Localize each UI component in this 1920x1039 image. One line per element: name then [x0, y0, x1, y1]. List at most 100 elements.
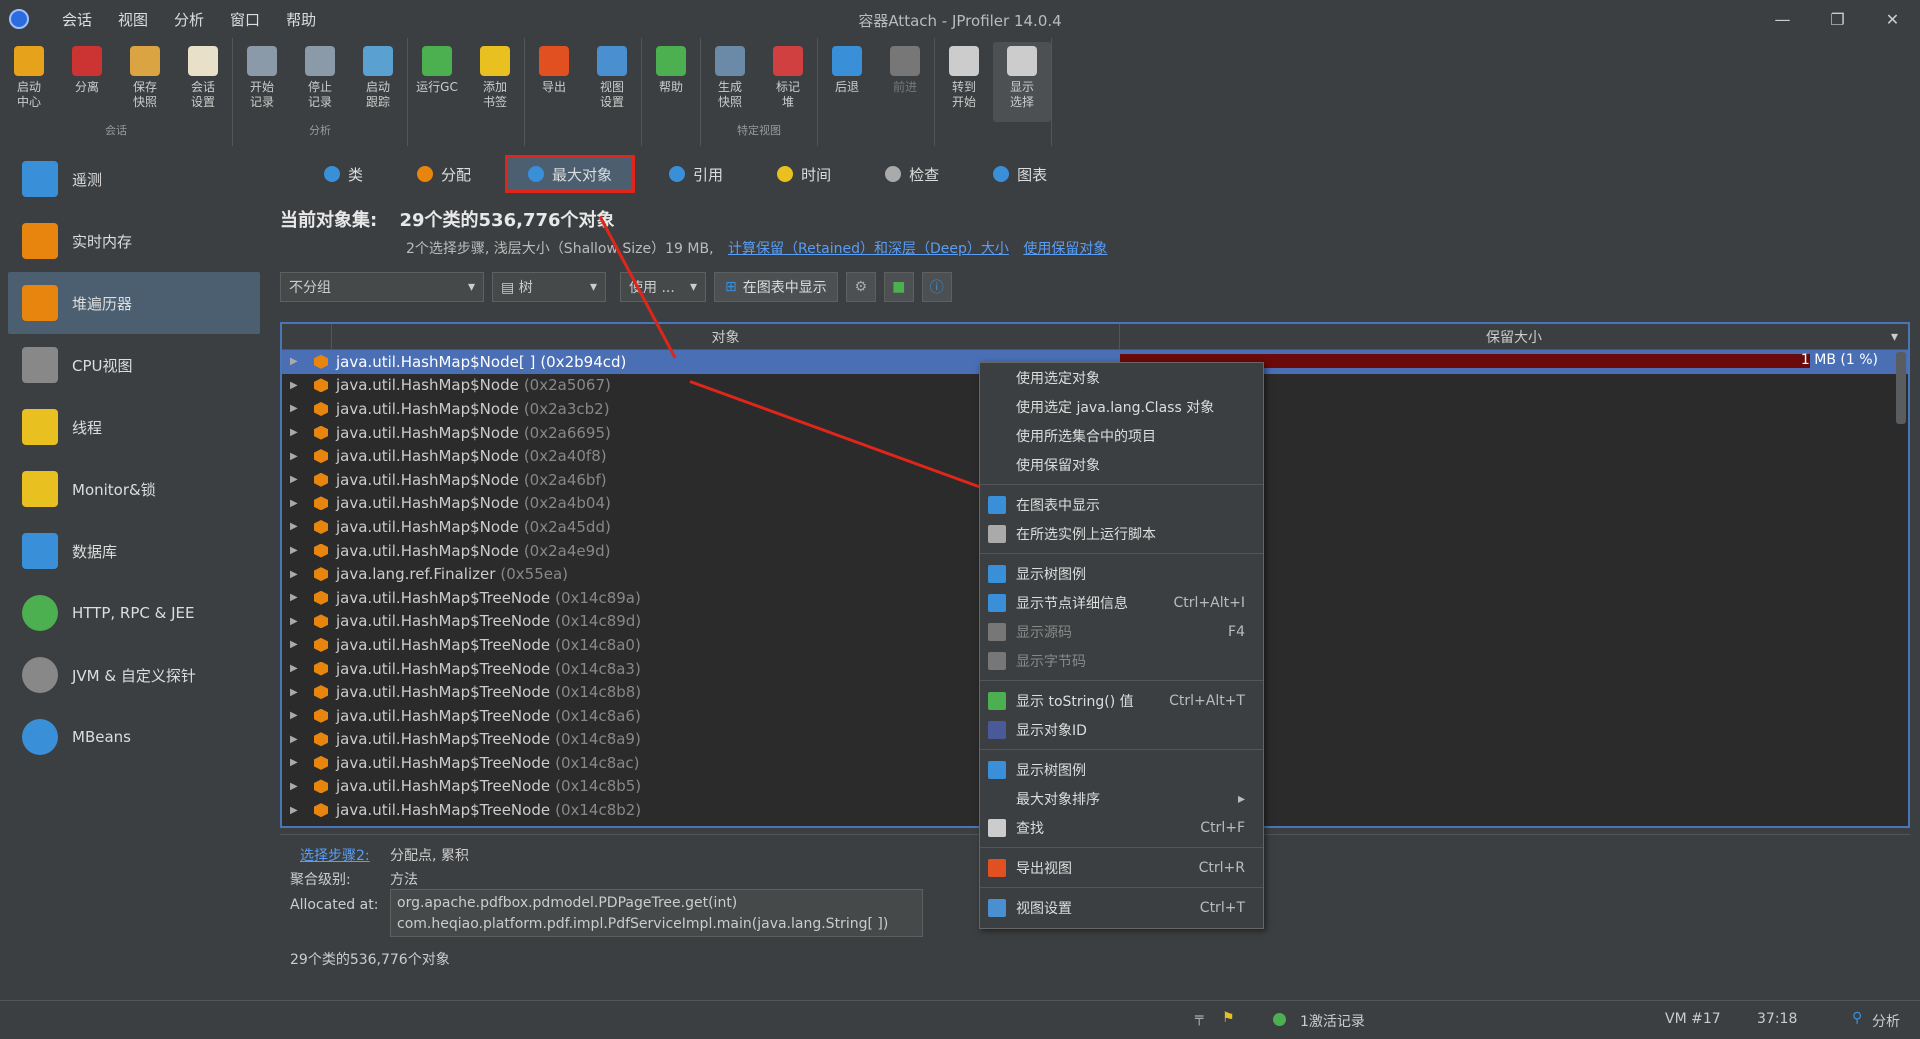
view-mode-dropdown[interactable]: ▤ 树 ▾	[492, 272, 606, 302]
export-button[interactable]: 导出	[525, 42, 583, 122]
session-settings-button[interactable]: 会话 设置	[174, 42, 232, 122]
stop-recording-icon	[305, 46, 335, 76]
back-button[interactable]: 后退	[818, 42, 876, 122]
context-menu-item[interactable]: 查找 Ctrl+F	[980, 813, 1263, 842]
menu-4[interactable]: 帮助	[273, 9, 329, 30]
run-gc-button[interactable]: 运行GC	[408, 42, 466, 122]
menu-0[interactable]: 会话	[49, 9, 105, 30]
toolbar-button-label: 启动 跟踪	[365, 80, 390, 109]
heap-snapshot-button[interactable]: 生成 快照	[701, 42, 759, 122]
expand-arrow-icon[interactable]: ▶	[290, 403, 304, 414]
sidebar-item-monitor-lock[interactable]: Monitor&锁	[0, 458, 268, 520]
selection-step-link[interactable]: 选择步骤2:	[300, 845, 370, 865]
menu-1[interactable]: 视图	[105, 9, 161, 30]
sidebar-item-telemetry[interactable]: 遥测	[0, 148, 268, 210]
menu-2[interactable]: 分析	[161, 9, 217, 30]
start-center-button[interactable]: 启动 中心	[0, 42, 58, 122]
menu-3[interactable]: 窗口	[217, 9, 273, 30]
expand-arrow-icon[interactable]: ▶	[290, 427, 304, 438]
show-in-graph-button[interactable]: ⊞ 在图表中显示	[714, 272, 838, 302]
context-menu-item[interactable]: 在图表中显示	[980, 490, 1263, 519]
expand-arrow-icon[interactable]: ▶	[290, 545, 304, 556]
save-snapshot-button[interactable]: 保存 快照	[116, 42, 174, 122]
forward-button[interactable]: 前进	[876, 42, 934, 122]
expand-arrow-icon[interactable]: ▶	[290, 757, 304, 768]
info-button[interactable]: ⓘ	[921, 272, 952, 302]
sidebar-item-live-memory[interactable]: 实时内存	[0, 210, 268, 272]
probe-icon	[22, 657, 58, 693]
column-header-object[interactable]: 对象	[332, 324, 1120, 349]
expand-arrow-icon[interactable]: ▶	[290, 592, 304, 603]
show-selection-button[interactable]: 显示 选择	[993, 42, 1051, 122]
stop-recording-button[interactable]: 停止 记录	[291, 42, 349, 122]
detach-button[interactable]: 分离	[58, 42, 116, 122]
context-menu-item[interactable]: 显示对象ID	[980, 715, 1263, 744]
context-menu-item[interactable]: 显示 toString() 值 Ctrl+Alt+T	[980, 686, 1263, 715]
expand-arrow-icon[interactable]: ▶	[290, 710, 304, 721]
column-header-retained[interactable]: 保留大小 ▾	[1120, 324, 1908, 349]
sidebar-item-mbeans[interactable]: MBeans	[0, 706, 268, 768]
tab-allocation[interactable]: 分配	[397, 155, 491, 193]
tab-inspections[interactable]: 检查	[865, 155, 959, 193]
expand-arrow-icon[interactable]: ▶	[290, 639, 304, 650]
context-menu-item[interactable]: 使用保留对象	[980, 450, 1263, 479]
context-menu-item[interactable]: 显示树图例	[980, 559, 1263, 588]
context-menu-item[interactable]: 使用选定 java.lang.Class 对象	[980, 392, 1263, 421]
tab-references[interactable]: 引用	[649, 155, 743, 193]
expand-arrow-icon[interactable]: ▶	[290, 569, 304, 580]
minimize-icon[interactable]: —	[1755, 0, 1810, 38]
tab-time[interactable]: 时间	[757, 155, 851, 193]
help-button[interactable]: 帮助	[642, 42, 700, 122]
close-icon[interactable]: ✕	[1865, 0, 1920, 38]
add-bookmark-button[interactable]: 添加 书签	[466, 42, 524, 122]
expand-arrow-icon[interactable]: ▶	[290, 734, 304, 745]
context-menu-item[interactable]: 使用选定对象	[980, 363, 1263, 392]
vertical-scrollbar[interactable]	[1896, 352, 1906, 424]
context-menu-item[interactable]: 最大对象排序 ▸	[980, 784, 1263, 813]
settings-gear-button[interactable]: ⚙	[845, 272, 876, 302]
expand-arrow-icon[interactable]: ▶	[290, 356, 304, 367]
context-menu-label: 使用所选集合中的项目	[1016, 428, 1156, 445]
context-menu-item[interactable]: 在所选实例上运行脚本	[980, 519, 1263, 548]
sidebar-item-label: 线程	[72, 418, 103, 437]
use-retained-objects-link[interactable]: 使用保留对象	[1023, 241, 1107, 257]
tab-graph[interactable]: 图表	[973, 155, 1067, 193]
context-menu-item[interactable]: 显示节点详细信息 Ctrl+Alt+I	[980, 588, 1263, 617]
tab-biggest-objects[interactable]: 最大对象	[505, 155, 636, 193]
expand-arrow-icon[interactable]: ▶	[290, 781, 304, 792]
analysis-label[interactable]: 分析	[1872, 1011, 1900, 1031]
expand-arrow-icon[interactable]: ▶	[290, 687, 304, 698]
expand-arrow-icon[interactable]: ▶	[290, 451, 304, 462]
context-menu-item[interactable]: 视图设置 Ctrl+T	[980, 893, 1263, 922]
expand-arrow-icon[interactable]: ▶	[290, 474, 304, 485]
sidebar-item-cpu-views[interactable]: CPU视图	[0, 334, 268, 396]
start-recording-button[interactable]: 开始 记录	[233, 42, 291, 122]
toolbar-button-label: 转到 开始	[951, 80, 976, 109]
sidebar-item-threads[interactable]: 线程	[0, 396, 268, 458]
sidebar-item-heap-walker[interactable]: 堆遍历器	[8, 272, 260, 334]
expand-arrow-icon[interactable]: ▶	[290, 616, 304, 627]
start-tracking-button[interactable]: 启动 跟踪	[349, 42, 407, 122]
flag-icon[interactable]: ⚑	[1222, 1010, 1235, 1026]
expand-arrow-icon[interactable]: ▶	[290, 521, 304, 532]
restore-icon[interactable]: ❐	[1810, 0, 1865, 38]
tab-class[interactable]: 类	[304, 155, 383, 193]
tostring-button[interactable]: ■	[883, 272, 914, 302]
sidebar-item-database[interactable]: 数据库	[0, 520, 268, 582]
mark-heap-button[interactable]: 标记 堆	[759, 42, 817, 122]
expand-arrow-icon[interactable]: ▶	[290, 805, 304, 816]
compute-retained-link[interactable]: 计算保留（Retained）和深层（Deep）大小	[728, 241, 1009, 257]
active-recordings[interactable]: 1激活记录	[1300, 1011, 1365, 1031]
context-menu-item[interactable]: 使用所选集合中的项目	[980, 421, 1263, 450]
context-menu-item[interactable]: 显示树图例	[980, 755, 1263, 784]
context-menu-item[interactable]: 导出视图 Ctrl+R	[980, 853, 1263, 882]
expand-arrow-icon[interactable]: ▶	[290, 663, 304, 674]
sidebar-item-globe[interactable]: HTTP, RPC & JEE	[0, 582, 268, 644]
expand-arrow-icon[interactable]: ▶	[290, 498, 304, 509]
go-to-start-button[interactable]: 转到 开始	[935, 42, 993, 122]
grouping-dropdown[interactable]: 不分组 ▾	[280, 272, 484, 302]
expand-arrow-icon[interactable]: ▶	[290, 380, 304, 391]
view-settings-button[interactable]: 视图 设置	[583, 42, 641, 122]
pin-icon[interactable]: ╤	[1195, 1010, 1203, 1026]
sidebar-item-probe[interactable]: JVM & 自定义探针	[0, 644, 268, 706]
